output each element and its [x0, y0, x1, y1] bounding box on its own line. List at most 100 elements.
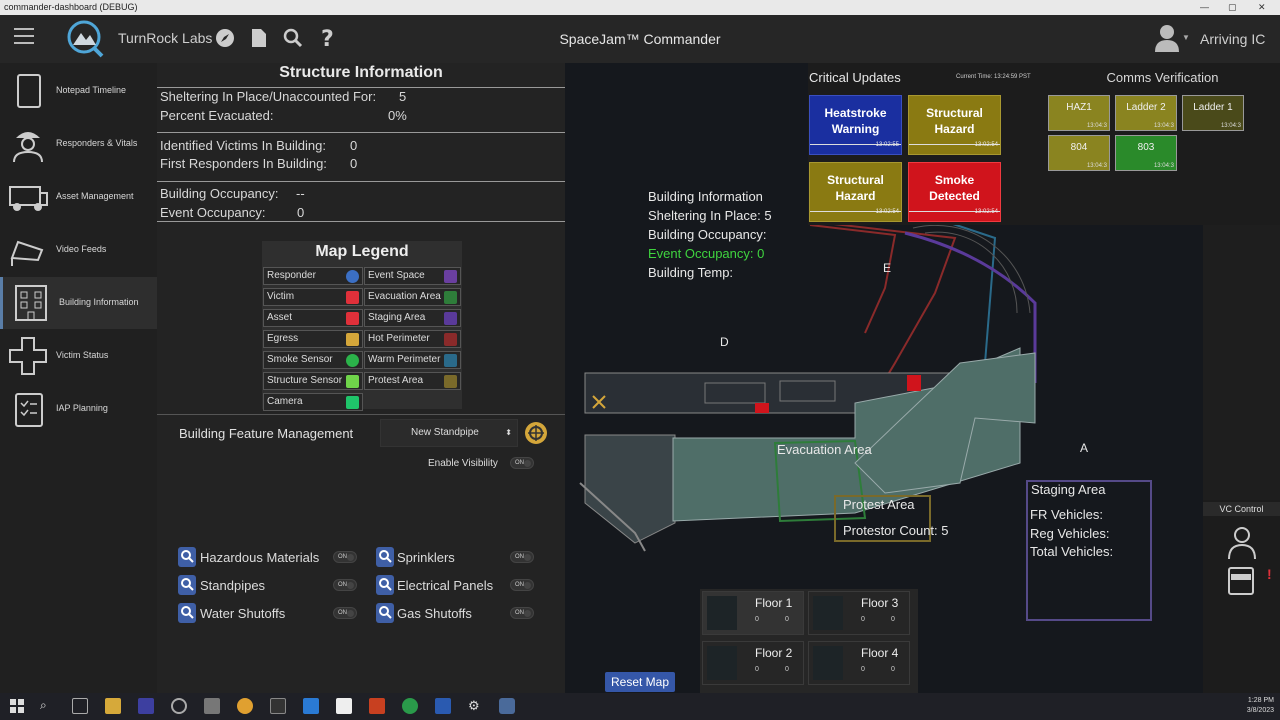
- hazardous-materials-toggle[interactable]: ON: [333, 551, 357, 563]
- gas-shutoffs-toggle[interactable]: ON: [510, 607, 534, 619]
- chrome-icon[interactable]: [237, 698, 253, 714]
- map-info-event: Event Occupancy: 0: [648, 246, 765, 261]
- system-clock[interactable]: 1:28 PM 3/8/2023: [1247, 696, 1274, 716]
- comms-chip-haz1[interactable]: HAZ1 13:04:3: [1048, 95, 1110, 131]
- taskbar: ⌕ ⚙ 1:28 PM 3/8/2023: [0, 693, 1280, 720]
- comms-chip-ladder1[interactable]: Ladder 1 13:04:3: [1182, 95, 1244, 131]
- zone-label-e: E: [883, 261, 892, 275]
- map-info-title: Building Information: [648, 189, 763, 204]
- comms-time: 13:04:3: [1220, 123, 1241, 129]
- search-icon[interactable]: [178, 547, 196, 567]
- toggle-label: ON: [515, 582, 524, 588]
- powerpoint-icon[interactable]: [369, 698, 385, 714]
- legend-hot-perimeter: Hot Perimeter: [364, 330, 461, 348]
- comms-chip-803[interactable]: 803 13:04:3: [1115, 135, 1177, 171]
- sidebar-item-label: IAP Planning: [56, 403, 108, 413]
- word-icon[interactable]: [435, 698, 451, 714]
- comms-chip-ladder2[interactable]: Ladder 2 13:04:3: [1115, 95, 1177, 131]
- search-icon[interactable]: [376, 575, 394, 595]
- electrical-panels-toggle[interactable]: ON: [510, 579, 534, 591]
- responders-label: First Responders In Building:: [160, 156, 327, 171]
- vscode-icon[interactable]: [303, 698, 319, 714]
- user-icon[interactable]: [1154, 23, 1184, 53]
- legend-label: Evacuation Area: [368, 291, 441, 302]
- floor-2-button[interactable]: Floor 2 0 0: [702, 641, 804, 685]
- event-space-swatch: [444, 270, 457, 283]
- search-icon[interactable]: [282, 27, 304, 49]
- sprinklers-toggle[interactable]: ON: [510, 551, 534, 563]
- floor-1-button[interactable]: Floor 1 0 0: [702, 591, 804, 635]
- radio-icon[interactable]: [1227, 564, 1257, 596]
- comms-label: Ladder 1: [1193, 102, 1233, 113]
- standpipes-toggle[interactable]: ON: [333, 579, 357, 591]
- floor-3-thumbnail: [813, 596, 843, 630]
- divider: [157, 414, 565, 415]
- map-legend: Map Legend Responder Victim Asset Egress…: [262, 241, 462, 411]
- sidebar-item-label: Building Information: [59, 297, 139, 307]
- compass-icon[interactable]: [214, 27, 236, 49]
- chrome-icon[interactable]: [402, 698, 418, 714]
- legend-event-space: Event Space: [364, 267, 461, 285]
- sidebar-item-video-feeds[interactable]: Video Feeds: [0, 224, 157, 276]
- help-icon[interactable]: ?: [316, 27, 338, 49]
- visibility-toggle[interactable]: ON: [510, 457, 534, 469]
- app-icon[interactable]: [204, 698, 220, 714]
- evacuation-area-swatch: [444, 291, 457, 304]
- reset-map-button[interactable]: Reset Map: [605, 672, 675, 692]
- person-icon[interactable]: [1227, 526, 1257, 560]
- floor-4-button[interactable]: Floor 4 0 0: [808, 641, 910, 685]
- legend-label: Victim: [267, 291, 295, 302]
- sidebar-item-label: Asset Management: [56, 191, 134, 201]
- alert-card-smoke-detected[interactable]: Smoke Detected 13:02:54: [908, 162, 1001, 222]
- staging-area[interactable]: Staging Area FR Vehicles: Reg Vehicles: …: [1026, 480, 1152, 621]
- responder-count: 0: [861, 666, 865, 673]
- maximize-icon[interactable]: ▢: [1228, 0, 1237, 15]
- sidebar-item-asset-management[interactable]: Asset Management: [0, 171, 157, 223]
- alert-card-structural-hazard[interactable]: Structural Hazard 13:02:54: [908, 95, 1001, 155]
- feature-select-value: New Standpipe: [411, 427, 479, 438]
- settings-icon[interactable]: ⚙: [468, 698, 484, 714]
- chevron-down-icon[interactable]: ▼: [1182, 33, 1190, 42]
- comms-time: 13:04:3: [1153, 163, 1174, 169]
- alert-card-heatstroke[interactable]: Heatstroke Warning 13:02:55: [809, 95, 902, 155]
- floor-2-thumbnail: [707, 646, 737, 680]
- close-icon[interactable]: ✕: [1258, 0, 1266, 15]
- legend-responder: Responder: [263, 267, 363, 285]
- water-shutoffs-toggle[interactable]: ON: [333, 607, 357, 619]
- terminal-icon[interactable]: [270, 698, 286, 714]
- app-icon[interactable]: [138, 698, 154, 714]
- divider: [157, 87, 565, 88]
- sidebar-item-responders[interactable]: Responders & Vitals: [0, 118, 157, 170]
- file-explorer-icon[interactable]: [105, 698, 121, 714]
- search-icon[interactable]: [178, 575, 196, 595]
- feature-select[interactable]: New Standpipe ⬍: [380, 419, 518, 447]
- sidebar-item-building-information[interactable]: Building Information: [0, 277, 157, 329]
- commander-app-icon[interactable]: [499, 698, 515, 714]
- floor-3-button[interactable]: Floor 3 0 0: [808, 591, 910, 635]
- legend-label: Responder: [267, 270, 316, 281]
- clipboard-icon: [15, 393, 43, 427]
- sidebar-item-label: Video Feeds: [56, 244, 107, 254]
- search-icon[interactable]: [376, 547, 394, 567]
- responder-icon: [13, 132, 43, 163]
- legend-camera: Camera: [263, 393, 363, 411]
- alert-card-structural-hazard[interactable]: Structural Hazard 13:02:54: [809, 162, 902, 222]
- task-view-icon[interactable]: [72, 698, 88, 714]
- search-icon[interactable]: [178, 603, 196, 623]
- menu-icon[interactable]: [14, 28, 34, 46]
- sidebar-item-victim-status[interactable]: Victim Status: [0, 330, 157, 382]
- search-icon[interactable]: [376, 603, 394, 623]
- search-icon[interactable]: ⌕: [40, 698, 56, 714]
- comms-chip-804[interactable]: 804 13:04:3: [1048, 135, 1110, 171]
- minimize-icon[interactable]: —: [1200, 0, 1209, 15]
- alert-label: Structural Hazard: [827, 173, 884, 203]
- smoke-sensor-icon: [346, 354, 359, 367]
- divider: [157, 221, 565, 222]
- sidebar-item-notepad-timeline[interactable]: Notepad Timeline: [0, 65, 157, 117]
- notion-icon[interactable]: [336, 698, 352, 714]
- windows-start-icon[interactable]: [9, 698, 25, 714]
- standpipe-icon[interactable]: [523, 419, 549, 447]
- sidebar-item-iap-planning[interactable]: IAP Planning: [0, 383, 157, 435]
- app-icon[interactable]: [171, 698, 187, 714]
- document-icon[interactable]: [248, 27, 270, 49]
